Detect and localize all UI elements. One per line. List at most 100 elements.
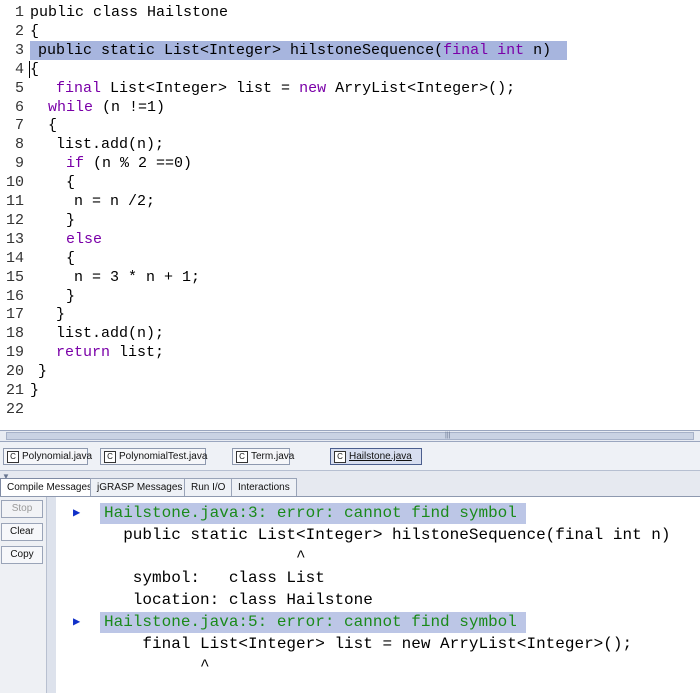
line-number: 4: [14, 60, 24, 78]
code-line[interactable]: 10 {: [0, 173, 700, 192]
code-text[interactable]: n = n /2;: [74, 192, 155, 211]
code-line[interactable]: 18 list.add(n);: [0, 324, 700, 343]
code-token: public class Hailstone: [30, 4, 229, 21]
code-line[interactable]: 19 return list;: [0, 343, 700, 362]
message-line[interactable]: symbol: class List: [56, 568, 700, 589]
error-arrow-icon[interactable]: ▶: [73, 612, 80, 633]
clear-button[interactable]: Clear: [1, 523, 43, 541]
code-line[interactable]: 7{: [0, 116, 700, 135]
code-line[interactable]: 15 n = 3 * n + 1;: [0, 268, 700, 287]
message-line[interactable]: ^: [56, 656, 700, 677]
code-token: }: [38, 363, 48, 381]
code-text[interactable]: {: [30, 22, 39, 41]
code-line[interactable]: 11 n = n /2;: [0, 192, 700, 211]
code-text[interactable]: {: [66, 249, 75, 268]
code-line[interactable]: 2{: [0, 22, 700, 41]
code-token: {: [48, 117, 58, 135]
line-number: 1: [14, 4, 24, 21]
code-text[interactable]: public static List<Integer> hilstoneSequ…: [38, 41, 551, 60]
code-line[interactable]: 16}: [0, 287, 700, 306]
code-line[interactable]: 9 if (n % 2 ==0): [0, 154, 700, 173]
code-line[interactable]: 22: [0, 400, 700, 419]
message-text: ^: [104, 656, 210, 675]
code-token: List<Integer> list =: [101, 79, 300, 97]
code-editor[interactable]: 1 public class Hailstone 2{3 public static …: [0, 0, 700, 430]
code-text[interactable]: public class Hailstone: [30, 3, 228, 22]
keyword-token: else: [66, 230, 103, 248]
code-line[interactable]: 6 while (n !=1): [0, 98, 700, 117]
error-arrow-icon[interactable]: ▶: [73, 503, 80, 524]
code-text[interactable]: {: [48, 116, 57, 135]
code-line[interactable]: 21}: [0, 381, 700, 400]
file-tab[interactable]: C Hailstone.java: [330, 448, 422, 465]
code-text[interactable]: {: [30, 60, 39, 79]
error-message[interactable]: ▶ Hailstone.java:3: error: cannot find sy…: [56, 503, 700, 524]
code-line[interactable]: 17}: [0, 305, 700, 324]
line-number: 21: [5, 382, 24, 399]
code-line[interactable]: 3 public static List<Integer> hilstoneSeq…: [0, 40, 700, 60]
message-tab-bar: ▼ Compile Messages jGRASP Messages Run I/O…: [0, 471, 700, 497]
keyword-token: new: [299, 79, 327, 97]
code-text[interactable]: list.add(n);: [56, 324, 164, 343]
code-text[interactable]: }: [56, 305, 65, 324]
line-number: 6: [14, 98, 24, 116]
code-text[interactable]: list.add(n);: [56, 135, 164, 154]
file-tab[interactable]: C Term.java: [232, 448, 294, 465]
code-line[interactable]: 1 public class Hailstone: [0, 3, 700, 22]
message-tab[interactable]: jGRASP Messages: [90, 478, 190, 496]
message-tab[interactable]: Compile Messages: [0, 478, 100, 496]
message-line[interactable]: ^: [56, 547, 700, 568]
code-line[interactable]: 20}: [0, 362, 700, 381]
message-text: public static List<Integer> hilstoneSequ…: [104, 525, 671, 544]
line-number: 9: [14, 155, 24, 173]
code-text[interactable]: }: [66, 211, 75, 230]
code-text[interactable]: {: [66, 173, 75, 192]
text-cursor: [29, 60, 30, 78]
code-text[interactable]: if (n % 2 ==0): [66, 154, 192, 173]
compile-messages-panel[interactable]: ▶ Hailstone.java:3: error: cannot find sy…: [56, 497, 700, 693]
line-number: 14: [5, 249, 24, 267]
editor-horizontal-scrollbar[interactable]: |||: [0, 430, 700, 442]
code-text[interactable]: }: [30, 381, 39, 400]
code-line[interactable]: 13 else: [0, 230, 700, 249]
code-line[interactable]: 14 {: [0, 249, 700, 268]
code-text[interactable]: final List<Integer> list = new ArryList<…: [56, 79, 515, 98]
scrollbar-thumb[interactable]: [6, 432, 694, 440]
message-side-toolbar: Stop Clear Copy: [0, 497, 46, 693]
message-line[interactable]: final List<Integer> list = new ArryList<…: [56, 634, 700, 655]
copy-button[interactable]: Copy: [1, 546, 43, 564]
code-text[interactable]: n = 3 * n + 1;: [74, 268, 200, 287]
keyword-token: return: [56, 344, 111, 362]
line-number: 11: [5, 193, 24, 210]
code-text[interactable]: else: [66, 230, 102, 249]
message-line[interactable]: public static List<Integer> hilstoneSequ…: [56, 525, 700, 546]
message-text: ^: [104, 547, 306, 566]
message-tab[interactable]: Run I/O: [184, 478, 233, 496]
file-tab[interactable]: C Polynomial.java: [3, 448, 92, 465]
code-line[interactable]: 12}: [0, 211, 700, 230]
line-number: 8: [14, 136, 24, 154]
message-text: symbol: class List: [104, 569, 325, 588]
code-line[interactable]: 4{: [0, 60, 700, 79]
code-token: list.add(n);: [56, 325, 165, 343]
panel-divider[interactable]: [46, 497, 56, 693]
code-token: {: [30, 22, 40, 40]
code-text[interactable]: return list;: [56, 343, 164, 362]
code-token: {: [66, 249, 76, 267]
code-line[interactable]: 5 final List<Integer> list = new ArryList…: [0, 79, 700, 98]
code-text[interactable]: }: [38, 362, 47, 381]
message-line[interactable]: location: class Hailstone: [56, 590, 700, 611]
class-file-icon: C: [7, 451, 19, 463]
code-text[interactable]: }: [66, 287, 75, 306]
code-token: }: [30, 382, 40, 399]
line-number: 2: [14, 22, 24, 40]
error-message[interactable]: ▶ Hailstone.java:5: error: cannot find sy…: [56, 612, 700, 633]
code-text[interactable]: while (n !=1): [48, 98, 165, 117]
file-tab[interactable]: C PolynomialTest.java: [100, 448, 207, 465]
line-number: 18: [5, 325, 24, 343]
message-tab[interactable]: Interactions: [231, 478, 297, 496]
code-line[interactable]: 8 list.add(n);: [0, 135, 700, 154]
stop-button[interactable]: Stop: [1, 500, 43, 518]
line-number: 20: [5, 363, 24, 381]
file-tab-bar: C Polynomial.java C PolynomialTest.java C Ter…: [0, 442, 700, 471]
